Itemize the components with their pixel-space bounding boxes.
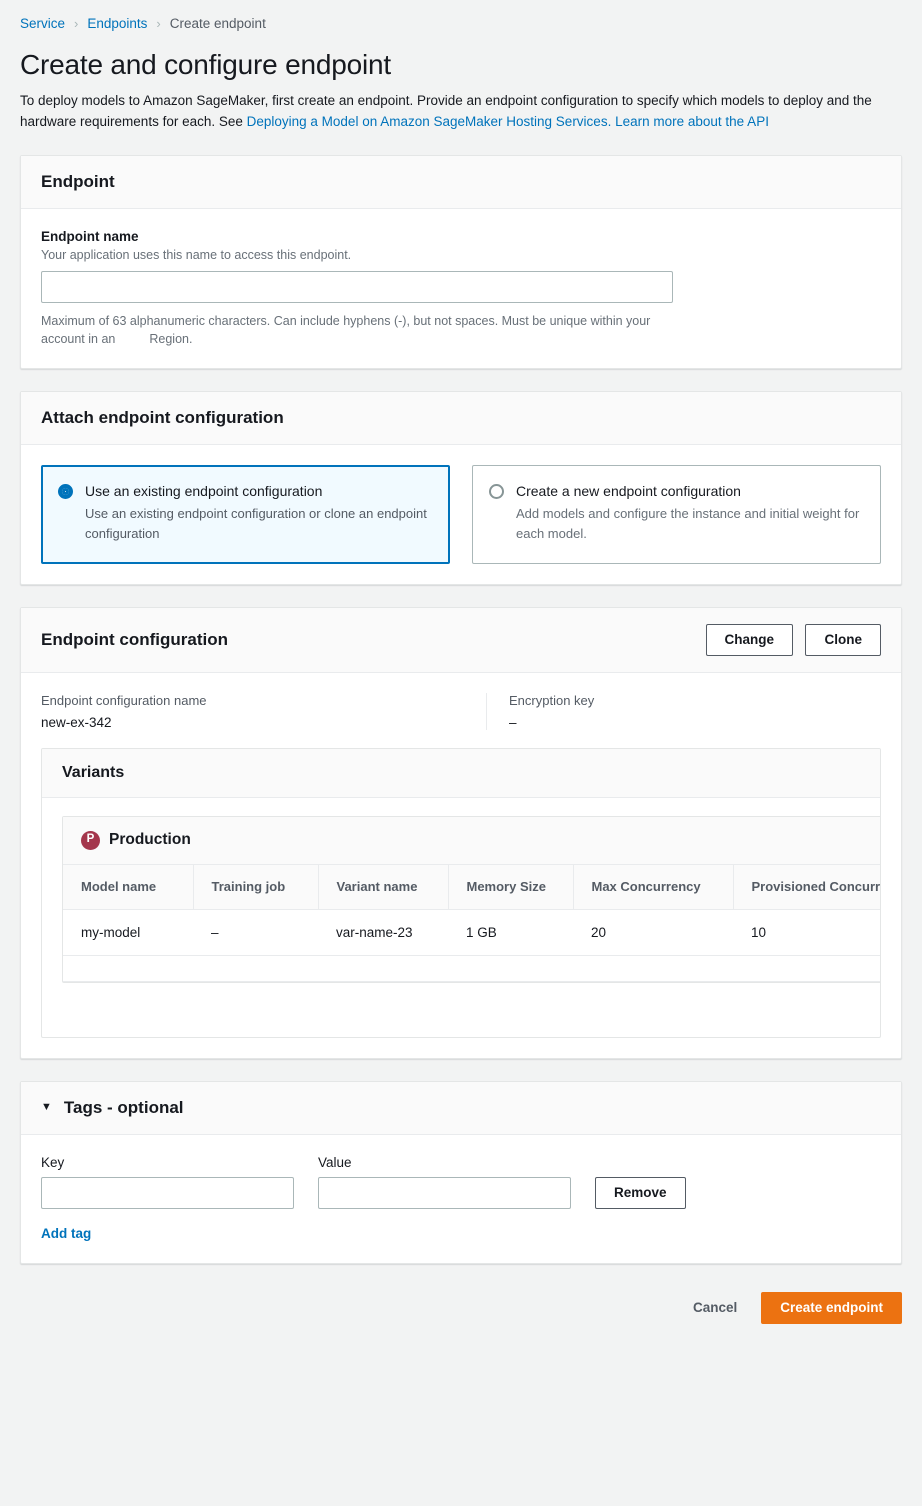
radio-option-create-new-description: Add models and configure the instance an…	[489, 504, 862, 544]
config-name-label: Endpoint configuration name	[41, 693, 466, 708]
radio-option-create-new-label: Create a new endpoint configuration	[516, 482, 741, 500]
endpoint-card-header: Endpoint	[21, 156, 901, 209]
create-endpoint-button[interactable]: Create endpoint	[761, 1292, 902, 1324]
table-row: my-model – var-name-23 1 GB 20 10	[63, 910, 881, 956]
cell-variant-name: var-name-23	[318, 910, 448, 956]
config-name-field: Endpoint configuration name new-ex-342	[41, 693, 486, 730]
cancel-button[interactable]: Cancel	[675, 1292, 755, 1324]
production-variant-header: P Production	[63, 817, 881, 865]
change-button[interactable]: Change	[706, 624, 794, 656]
deploying-model-link[interactable]: Deploying a Model on Amazon SageMaker Ho…	[247, 114, 612, 129]
variants-body: P Production Model name Training job Var…	[42, 798, 880, 984]
variants-table-header-row: Model name Training job Variant name Mem…	[63, 865, 881, 910]
configuration-summary: Endpoint configuration name new-ex-342 E…	[41, 693, 881, 730]
radio-option-use-existing-description: Use an existing endpoint configuration o…	[58, 504, 431, 544]
variants-table-body: my-model – var-name-23 1 GB 20 10	[63, 910, 881, 982]
attach-configuration-header: Attach endpoint configuration	[21, 392, 901, 445]
radio-option-use-existing-line: Use an existing endpoint configuration	[58, 482, 431, 500]
radio-selected-icon[interactable]	[58, 484, 73, 499]
endpoint-name-input[interactable]	[41, 271, 673, 303]
variants-table: Model name Training job Variant name Mem…	[63, 865, 881, 983]
tag-key-input[interactable]	[41, 1177, 294, 1209]
clone-button[interactable]: Clone	[805, 624, 881, 656]
tag-value-field: Value	[318, 1155, 571, 1209]
radio-option-create-new-line: Create a new endpoint configuration	[489, 482, 862, 500]
radio-option-use-existing[interactable]: Use an existing endpoint configuration U…	[41, 465, 450, 563]
chevron-down-icon[interactable]: ▼	[41, 1102, 52, 1113]
column-header-model-name: Model name	[63, 865, 193, 910]
cell-model-name: my-model	[63, 910, 193, 956]
tag-value-input[interactable]	[318, 1177, 571, 1209]
cell-empty	[63, 956, 881, 982]
column-header-max-concurrency: Max Concurrency	[573, 865, 733, 910]
endpoint-configuration-card: Endpoint configuration Change Clone Endp…	[20, 607, 902, 1059]
cell-memory-size: 1 GB	[448, 910, 573, 956]
endpoint-configuration-actions: Change Clone	[706, 624, 881, 656]
config-name-value: new-ex-342	[41, 715, 466, 730]
add-tag-link[interactable]: Add tag	[41, 1226, 91, 1241]
attach-configuration-title: Attach endpoint configuration	[41, 408, 284, 428]
endpoint-name-hint-after: Region.	[149, 332, 192, 346]
production-badge-icon: P	[81, 831, 100, 850]
cell-training-job: –	[193, 910, 318, 956]
form-actions: Cancel Create endpoint	[20, 1286, 902, 1344]
endpoint-name-hint-before: Maximum of 63 alphanumeric characters. C…	[41, 314, 650, 346]
endpoint-name-hint: Maximum of 63 alphanumeric characters. C…	[41, 312, 681, 348]
endpoint-configuration-header: Endpoint configuration Change Clone	[21, 608, 901, 673]
attach-configuration-body: Use an existing endpoint configuration U…	[21, 445, 901, 583]
endpoint-section-title: Endpoint	[41, 172, 115, 192]
endpoint-name-label: Endpoint name	[41, 229, 881, 244]
column-header-memory-size: Memory Size	[448, 865, 573, 910]
tag-remove-wrapper: Remove	[595, 1177, 686, 1209]
tags-title: Tags - optional	[64, 1098, 184, 1118]
tags-card: ▼ Tags - optional Key Value Remove Add t…	[20, 1081, 902, 1264]
encryption-key-field: Encryption key –	[486, 693, 786, 730]
variants-card: Variants P Production Model name Tra	[41, 748, 881, 1038]
learn-more-api-link[interactable]: Learn more about the API	[615, 114, 769, 129]
tags-body: Key Value Remove Add tag	[21, 1135, 901, 1263]
variants-title: Variants	[62, 764, 860, 782]
configuration-option-group: Use an existing endpoint configuration U…	[41, 465, 881, 563]
encryption-key-label: Encryption key	[509, 693, 786, 708]
endpoint-configuration-title: Endpoint configuration	[41, 630, 228, 650]
attach-configuration-card: Attach endpoint configuration Use an exi…	[20, 391, 902, 584]
production-variant-group: P Production Model name Training job Var…	[62, 816, 881, 984]
chevron-right-icon: ›	[156, 16, 160, 31]
endpoint-card-body: Endpoint name Your application uses this…	[21, 209, 901, 368]
variants-table-head: Model name Training job Variant name Mem…	[63, 865, 881, 910]
breadcrumb-item-service[interactable]: Service	[20, 16, 65, 31]
chevron-right-icon: ›	[74, 16, 78, 31]
tag-value-label: Value	[318, 1155, 571, 1170]
endpoint-card: Endpoint Endpoint name Your application …	[20, 155, 902, 369]
radio-option-create-new[interactable]: Create a new endpoint configuration Add …	[472, 465, 881, 563]
breadcrumb: Service › Endpoints › Create endpoint	[20, 0, 902, 39]
variants-header: Variants	[42, 749, 880, 798]
tag-key-label: Key	[41, 1155, 294, 1170]
tags-header[interactable]: ▼ Tags - optional	[21, 1082, 901, 1135]
production-group-label: Production	[109, 831, 191, 849]
column-header-provisioned-concurrency: Provisioned Concurrncy	[733, 865, 881, 910]
breadcrumb-item-create-endpoint: Create endpoint	[170, 16, 266, 31]
remove-tag-button[interactable]: Remove	[595, 1177, 686, 1209]
column-header-training-job: Training job	[193, 865, 318, 910]
cell-max-concurrency: 20	[573, 910, 733, 956]
breadcrumb-item-endpoints[interactable]: Endpoints	[87, 16, 147, 31]
cell-provisioned-concurrency: 10	[733, 910, 881, 956]
tag-row: Key Value Remove	[41, 1155, 881, 1209]
endpoint-name-description: Your application uses this name to acces…	[41, 248, 881, 262]
page-description: To deploy models to Amazon SageMaker, fi…	[20, 91, 902, 133]
encryption-key-value: –	[509, 715, 786, 730]
endpoint-configuration-body: Endpoint configuration name new-ex-342 E…	[21, 673, 901, 1058]
column-header-variant-name: Variant name	[318, 865, 448, 910]
table-row-empty	[63, 956, 881, 982]
page-root: Service › Endpoints › Create endpoint Cr…	[0, 0, 922, 1344]
radio-unselected-icon[interactable]	[489, 484, 504, 499]
page-title: Create and configure endpoint	[20, 49, 902, 81]
tag-key-field: Key	[41, 1155, 294, 1209]
radio-option-use-existing-label: Use an existing endpoint configuration	[85, 482, 322, 500]
